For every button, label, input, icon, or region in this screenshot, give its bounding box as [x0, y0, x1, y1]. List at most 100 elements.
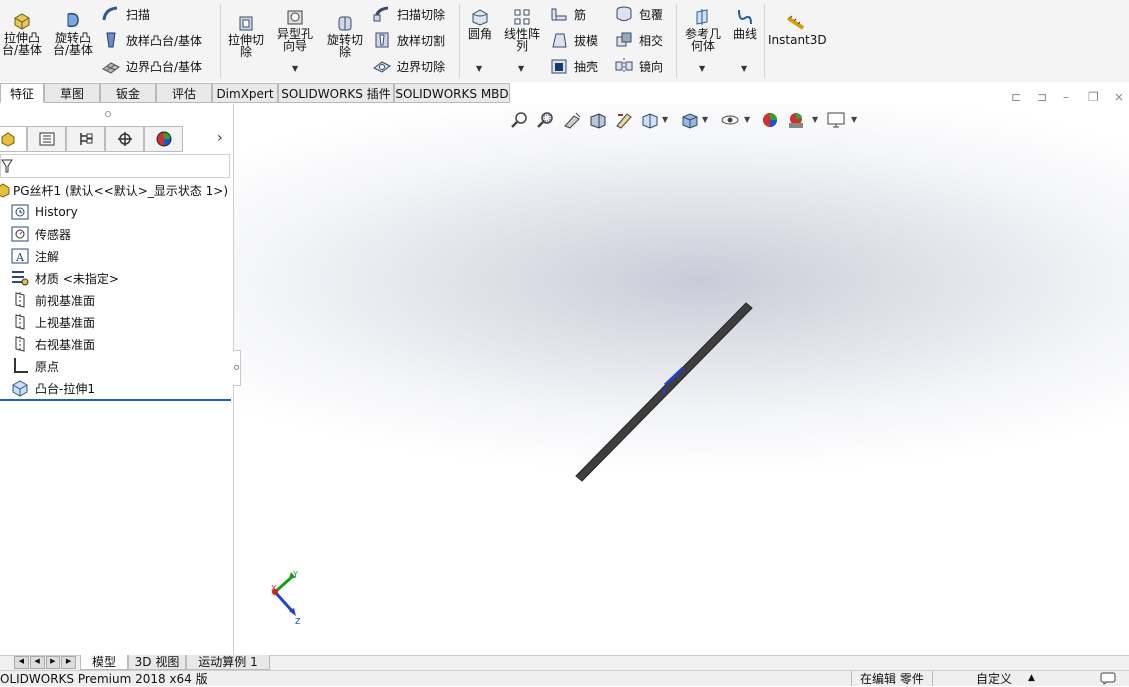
tree-item-label: 传感器: [35, 227, 72, 242]
help-bubble-icon[interactable]: [1100, 672, 1116, 685]
svg-text:A: A: [15, 251, 25, 264]
zoom-to-fit-icon[interactable]: [510, 111, 530, 129]
tree-item-front-plane[interactable]: 前视基准面: [10, 290, 95, 310]
feature-manager-tab[interactable]: [0, 126, 27, 152]
tree-item-label: 前视基准面: [35, 293, 96, 308]
extrude-cut-button[interactable]: 拉伸切 除: [224, 14, 268, 58]
boundary-cut-button[interactable]: 边界切除: [372, 56, 445, 76]
view-orientation-dropdown[interactable]: ▼: [662, 115, 668, 124]
revolve-boss-button[interactable]: 旋转凸 台/基体: [50, 10, 96, 56]
tree-item-history[interactable]: History: [10, 202, 78, 222]
tab-evaluate[interactable]: 评估: [156, 83, 212, 103]
rib-button[interactable]: 筋: [549, 4, 586, 24]
tab-motion-study-1[interactable]: 运动算例 1: [186, 655, 270, 670]
wrap-label: 包覆: [639, 7, 664, 22]
linear-pattern-icon: [514, 9, 530, 25]
lofted-cut-button[interactable]: 放样切割: [372, 30, 445, 50]
intersect-button[interactable]: 相交: [614, 30, 663, 50]
tab-model[interactable]: 模型: [80, 655, 128, 670]
scroll-prev-icon[interactable]: ◀: [29, 656, 45, 669]
hide-show-dropdown[interactable]: ▼: [744, 115, 750, 124]
instant3d-button[interactable]: Instant3D: [768, 14, 827, 46]
window-restore-icon[interactable]: ❐: [1088, 90, 1099, 104]
linear-pattern-dropdown[interactable]: ▼: [518, 64, 524, 73]
linear-pattern-button[interactable]: 线性阵 列: [501, 8, 543, 52]
panel-collapse-handle[interactable]: [233, 350, 241, 386]
wrap-button[interactable]: 包覆: [614, 4, 663, 24]
configuration-manager-tab[interactable]: [66, 126, 105, 152]
tab-dimxpert[interactable]: DimXpert: [212, 83, 278, 103]
revolve-boss-label: 旋转凸 台/基体: [52, 31, 94, 57]
tree-item-boss-extrude1[interactable]: 凸台-拉伸1: [10, 378, 95, 398]
fillet-button[interactable]: 圆角: [462, 8, 498, 40]
view-settings-icon[interactable]: [826, 111, 846, 129]
edit-appearance-icon[interactable]: [760, 111, 780, 129]
view-settings-dropdown[interactable]: ▼: [851, 115, 857, 124]
tab-sketch[interactable]: 草图: [44, 83, 100, 103]
draft-button[interactable]: 拔模: [549, 30, 598, 50]
tab-scroll-controls[interactable]: ◀ ◀ ▶ ▶: [14, 656, 76, 669]
tree-item-right-plane[interactable]: 右视基准面: [10, 334, 95, 354]
sweep-button[interactable]: 扫描: [101, 4, 150, 24]
dynamic-annotation-icon[interactable]: [614, 111, 634, 129]
annotation-icon: A: [11, 248, 29, 264]
tab-sheet-metal[interactable]: 钣金: [100, 83, 156, 103]
loft-boss-button[interactable]: 放样凸台/基体: [101, 30, 202, 50]
view-orientation-icon[interactable]: [640, 111, 660, 129]
screw-rod-model[interactable]: [570, 298, 760, 488]
tree-root-part[interactable]: PG丝杆1 (默认<<默认>_显示状态 1>): [0, 180, 228, 200]
hole-wizard-button[interactable]: 异型孔 向导: [273, 8, 317, 52]
reference-geometry-dropdown[interactable]: ▼: [699, 64, 705, 73]
window-tile-right-icon[interactable]: ⊐: [1037, 90, 1047, 104]
lofted-cut-label: 放样切割: [397, 33, 446, 48]
rollback-bar[interactable]: [0, 399, 231, 401]
tree-filter-row[interactable]: [0, 154, 230, 178]
previous-view-icon[interactable]: [562, 111, 582, 129]
mirror-label: 镜向: [639, 59, 664, 74]
ribbon-separator: [676, 4, 677, 78]
rib-icon: [551, 8, 567, 21]
tab-features[interactable]: 特征: [0, 83, 44, 103]
tree-item-annotations[interactable]: A 注解: [10, 246, 59, 266]
scroll-last-icon[interactable]: ▶: [61, 656, 76, 669]
apply-scene-dropdown[interactable]: ▼: [812, 115, 818, 124]
window-close-icon[interactable]: ×: [1114, 90, 1124, 104]
property-manager-tab[interactable]: [27, 126, 66, 152]
display-style-icon[interactable]: [680, 111, 700, 129]
scroll-first-icon[interactable]: ◀: [14, 656, 29, 669]
curves-button[interactable]: 曲线: [729, 8, 761, 40]
tree-item-top-plane[interactable]: 上视基准面: [10, 312, 95, 332]
rib-label: 筋: [574, 7, 587, 22]
tree-item-sensors[interactable]: 传感器: [10, 224, 71, 244]
swept-cut-button[interactable]: 扫描切除: [372, 4, 445, 24]
boundary-boss-button[interactable]: 边界凸台/基体: [101, 56, 202, 76]
curves-dropdown[interactable]: ▼: [741, 64, 747, 73]
tab-solidworks-mbd[interactable]: SOLIDWORKS MBD: [394, 83, 510, 103]
units-dropdown-icon[interactable]: ▲: [1028, 671, 1035, 686]
fillet-dropdown[interactable]: ▼: [476, 64, 482, 73]
shell-button[interactable]: 抽壳: [549, 56, 598, 76]
window-tile-left-icon[interactable]: ⊏: [1011, 90, 1021, 104]
panel-splitter-handle[interactable]: [105, 111, 111, 117]
extrude-boss-button[interactable]: 拉伸凸 台/基体: [0, 10, 44, 56]
revolve-cut-button[interactable]: 旋转切 除: [322, 14, 368, 58]
hole-wizard-dropdown[interactable]: ▼: [292, 64, 298, 73]
tree-item-material[interactable]: 材质 <未指定>: [10, 268, 119, 288]
tree-item-origin[interactable]: 原点: [10, 356, 59, 376]
dimxpert-manager-tab[interactable]: [105, 126, 144, 152]
triad-z-label: Z: [295, 617, 301, 626]
apply-scene-icon[interactable]: [786, 111, 806, 129]
tab-3d-views[interactable]: 3D 视图: [128, 655, 186, 670]
scroll-next-icon[interactable]: ▶: [45, 656, 61, 669]
zoom-to-area-icon[interactable]: [536, 111, 556, 129]
mirror-button[interactable]: 镜向: [614, 56, 663, 76]
display-manager-tab[interactable]: [144, 126, 183, 152]
section-view-icon[interactable]: [588, 111, 608, 129]
window-minimize-icon[interactable]: –: [1063, 90, 1069, 104]
fillet-label: 圆角: [467, 27, 492, 41]
display-style-dropdown[interactable]: ▼: [702, 115, 708, 124]
panel-expand-arrow[interactable]: ›: [217, 130, 223, 146]
reference-geometry-button[interactable]: 参考几 何体: [680, 8, 726, 52]
tab-solidworks-addins[interactable]: SOLIDWORKS 插件: [278, 83, 394, 103]
hide-show-items-icon[interactable]: [720, 111, 740, 129]
